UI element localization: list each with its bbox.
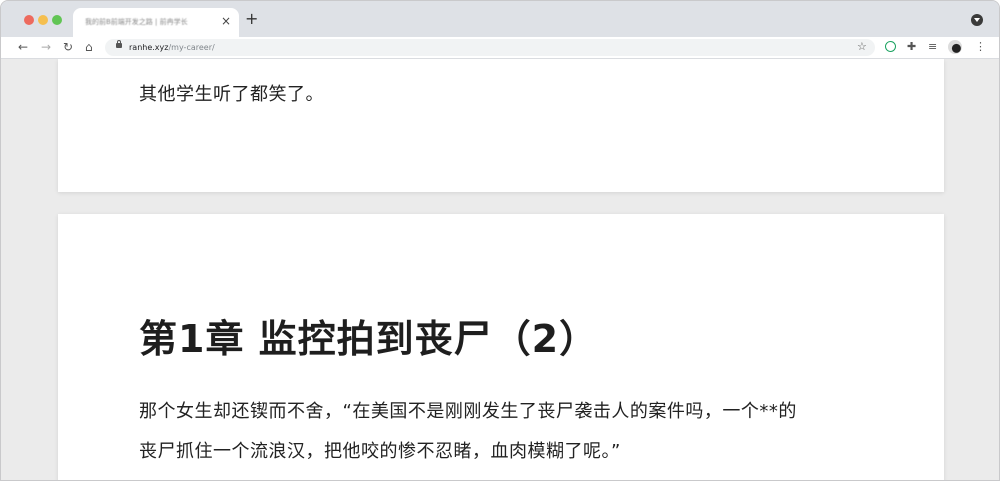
tab-title: 我的前B前端开发之路 | 前冉学长 [85, 18, 188, 26]
forward-arrow-icon[interactable]: → [41, 39, 51, 55]
lock-icon[interactable] [116, 40, 122, 48]
paragraph: 其他学生听了都笑了。 [139, 84, 324, 105]
star-icon[interactable]: ☆ [857, 40, 867, 54]
extension-ring-icon[interactable] [885, 41, 896, 52]
url-path: /my-career/ [168, 43, 215, 52]
close-window-button[interactable] [24, 15, 34, 25]
page-viewport[interactable]: 其他学生听了都笑了。 第1章 监控拍到丧尸（2） 那个女生却还锲而不舍，“在美国… [10, 59, 992, 480]
url-host: ranhe.xyz [129, 43, 169, 52]
minimize-window-button[interactable] [38, 15, 48, 25]
puzzle-icon[interactable]: ✚ [907, 40, 916, 54]
maximize-window-button[interactable] [52, 15, 62, 25]
reading-list-icon[interactable]: ≡ [928, 40, 937, 54]
tab-search-icon[interactable] [971, 14, 983, 26]
address-bar[interactable]: ranhe.xyz/my-career/ ☆ [105, 39, 875, 56]
browser-toolbar: ← → ↻ ⌂ ranhe.xyz/my-career/ ☆ ✚ ≡ ⋮ [1, 37, 999, 59]
menu-dots-icon[interactable]: ⋮ [975, 40, 986, 54]
content-card: 第1章 监控拍到丧尸（2） 那个女生却还锲而不舍，“在美国不是刚刚发生了丧尸袭击… [58, 214, 944, 480]
tab-strip: 我的前B前端开发之路 | 前冉学长 × + [1, 1, 999, 37]
paragraph-line: 丧尸抓住一个流浪汉，把他咬的惨不忍睹，血肉模糊了呢。” [139, 441, 621, 462]
content-card: 其他学生听了都笑了。 [58, 59, 944, 192]
home-icon[interactable]: ⌂ [85, 39, 93, 55]
tab-close-icon[interactable]: × [221, 14, 231, 28]
back-arrow-icon[interactable]: ← [18, 39, 28, 55]
active-tab[interactable]: 我的前B前端开发之路 | 前冉学长 × [73, 8, 239, 37]
new-tab-button[interactable]: + [245, 11, 258, 27]
reload-icon[interactable]: ↻ [63, 39, 73, 55]
url-text[interactable]: ranhe.xyz/my-career/ [129, 42, 215, 53]
chapter-title: 第1章 监控拍到丧尸（2） [139, 317, 599, 361]
paragraph-line: 那个女生却还锲而不舍，“在美国不是刚刚发生了丧尸袭击人的案件吗，一个**的 [139, 401, 797, 422]
profile-avatar-icon[interactable] [948, 40, 962, 54]
browser-window: 我的前B前端开发之路 | 前冉学长 × + ← → ↻ ⌂ ranhe.xyz/… [0, 0, 1000, 481]
